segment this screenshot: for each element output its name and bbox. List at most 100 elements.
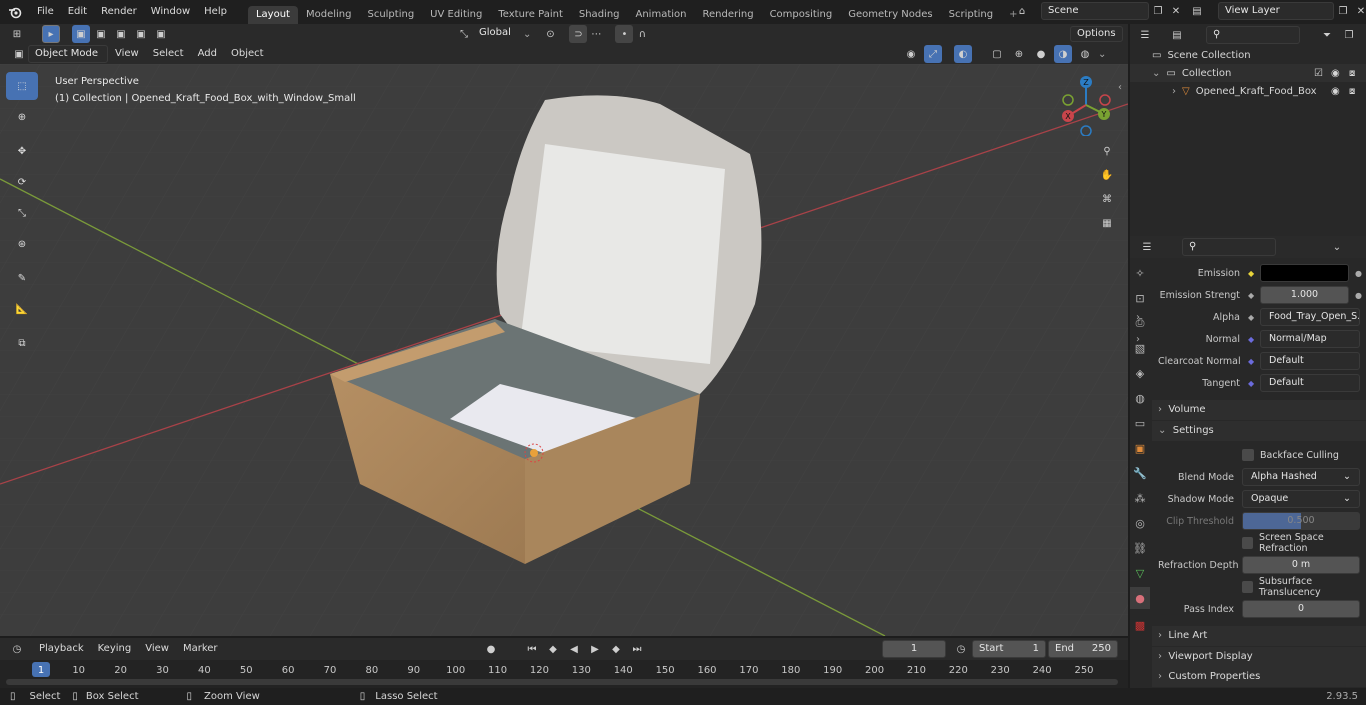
render-tab-icon[interactable]: ⊡: [1130, 287, 1150, 309]
menu-keying[interactable]: Keying: [91, 638, 139, 660]
tab-compositing[interactable]: Compositing: [762, 6, 841, 24]
outliner-row-collection[interactable]: ⌄ ▭ Collection ☑ ◉ ⧇: [1130, 64, 1366, 82]
cursor-tool-icon[interactable]: ⊕: [6, 103, 38, 131]
orientation-dropdown[interactable]: Global: [473, 25, 523, 43]
visibility-icon[interactable]: ◉: [902, 45, 920, 63]
select-new-icon[interactable]: ▣: [72, 25, 90, 43]
volume-panel-header[interactable]: › Volume: [1152, 400, 1366, 420]
wireframe-shading-icon[interactable]: ⊕: [1010, 45, 1028, 63]
move-tool-icon[interactable]: ✥: [6, 137, 38, 165]
collection-tab-icon[interactable]: ▭: [1130, 412, 1150, 434]
properties-options-icon[interactable]: ⌄: [1328, 238, 1346, 256]
select-invert-icon[interactable]: ▣: [132, 25, 150, 43]
use-preview-range-icon[interactable]: ◷: [952, 640, 970, 658]
falloff-icon[interactable]: ∩: [633, 25, 651, 43]
sidebar-toggle-icon[interactable]: ‹: [1118, 82, 1122, 93]
measure-tool-icon[interactable]: 📐: [6, 295, 38, 323]
object-camera-icon[interactable]: ⧇: [1349, 86, 1355, 97]
delete-view-layer-icon[interactable]: ✕: [1352, 2, 1366, 20]
blend-mode-dropdown[interactable]: Alpha Hashed ⌄: [1242, 468, 1360, 486]
menu-timeline-view[interactable]: View: [138, 638, 176, 660]
editor-type-icon[interactable]: ⊞: [8, 25, 26, 43]
tab-modeling[interactable]: Modeling: [298, 6, 360, 24]
normal-socket-icon[interactable]: ◆: [1248, 335, 1260, 344]
timeline-editor-type-icon[interactable]: ◷: [8, 640, 26, 658]
snap-icon[interactable]: ⊃: [569, 25, 588, 43]
overlay-toggle-icon[interactable]: ◐: [954, 45, 972, 63]
new-collection-icon[interactable]: ❐: [1340, 26, 1358, 44]
outliner-editor-type-icon[interactable]: ☰: [1136, 26, 1154, 44]
normal-map-field[interactable]: Normal/Map: [1260, 330, 1360, 348]
view-layer-field[interactable]: View Layer: [1218, 2, 1334, 20]
menu-object[interactable]: Object: [224, 44, 271, 64]
display-mode-icon[interactable]: ▤: [1168, 26, 1186, 44]
camera-icon[interactable]: ⧇: [1349, 68, 1355, 79]
settings-panel-header[interactable]: ⌄ Settings: [1152, 421, 1366, 441]
perspective-toggle-icon[interactable]: ▦: [1098, 214, 1116, 232]
shading-chevron-down-icon[interactable]: ⌄: [1098, 49, 1106, 60]
clearcoat-normal-field[interactable]: Default: [1260, 352, 1360, 370]
line-art-panel-header[interactable]: › Line Art: [1152, 626, 1366, 646]
exclude-checkbox[interactable]: ☑: [1314, 68, 1323, 79]
pass-index-field[interactable]: 0: [1242, 600, 1360, 618]
emission-strength-field[interactable]: 1.000: [1260, 286, 1350, 304]
backface-culling-row[interactable]: Backface Culling: [1242, 445, 1366, 465]
expand-arrow-icon[interactable]: ›: [1172, 86, 1176, 97]
proportional-edit-icon[interactable]: •: [615, 25, 634, 43]
select-subtract-icon[interactable]: ▣: [112, 25, 130, 43]
jump-start-icon[interactable]: ⏮: [523, 640, 541, 658]
tab-geometry-nodes[interactable]: Geometry Nodes: [840, 6, 940, 24]
texture-tab-icon[interactable]: ▩: [1130, 614, 1150, 636]
screen-space-refraction-row[interactable]: Screen Space Refraction: [1242, 532, 1366, 554]
start-frame-field[interactable]: Start 1: [972, 640, 1046, 658]
particles-tab-icon[interactable]: ⁂: [1130, 487, 1150, 509]
rotate-tool-icon[interactable]: ⟳: [6, 168, 38, 196]
menu-playback[interactable]: Playback: [32, 638, 91, 660]
custom-properties-panel-header[interactable]: › Custom Properties: [1152, 667, 1366, 687]
solid-shading-icon[interactable]: ●: [1032, 45, 1050, 63]
view-layer-tab-icon[interactable]: ▧: [1130, 337, 1150, 359]
select-intersect-icon[interactable]: ▣: [152, 25, 170, 43]
expand-chevron-icon[interactable]: ⌄: [1152, 68, 1160, 79]
pan-hand-icon[interactable]: ✋: [1098, 166, 1116, 184]
prev-keyframe-icon[interactable]: ◆: [544, 640, 562, 658]
emission-strength-keyframe-icon[interactable]: ●: [1355, 291, 1362, 300]
alpha-texture-field[interactable]: Food_Tray_Open_S...: [1260, 308, 1360, 326]
menu-add[interactable]: Add: [191, 44, 224, 64]
next-keyframe-icon[interactable]: ◆: [607, 640, 625, 658]
jump-end-icon[interactable]: ⏭: [628, 640, 646, 658]
menu-render[interactable]: Render: [94, 0, 144, 24]
clip-threshold-slider[interactable]: 0.500: [1242, 512, 1360, 530]
tool-tab-icon[interactable]: ✧: [1130, 262, 1150, 284]
new-scene-icon[interactable]: ❐: [1149, 2, 1167, 20]
view-layer-icon[interactable]: ▤: [1188, 2, 1206, 20]
emission-color-swatch[interactable]: [1260, 264, 1350, 282]
modifier-tab-icon[interactable]: 🔧: [1130, 462, 1150, 484]
filter-icon[interactable]: ⏷: [1318, 26, 1336, 44]
scene-tab-icon[interactable]: ◈: [1130, 362, 1150, 384]
new-view-layer-icon[interactable]: ❐: [1334, 2, 1352, 20]
pivot-point-icon[interactable]: ⊙: [541, 25, 559, 43]
menu-file[interactable]: File: [30, 0, 61, 24]
data-tab-icon[interactable]: ▽: [1130, 562, 1150, 584]
eye-icon[interactable]: ◉: [1331, 68, 1340, 79]
emission-keyframe-icon[interactable]: ●: [1355, 269, 1362, 278]
play-icon[interactable]: ▶: [586, 640, 604, 658]
subsurface-translucency-row[interactable]: Subsurface Translucency: [1242, 576, 1366, 598]
select-tool-icon[interactable]: ▸: [42, 25, 60, 43]
emission-socket-icon[interactable]: ◆: [1248, 269, 1260, 278]
viewport-display-panel-header[interactable]: › Viewport Display: [1152, 647, 1366, 667]
world-tab-icon[interactable]: ◍: [1130, 387, 1150, 409]
constraints-tab-icon[interactable]: ⛓: [1130, 537, 1150, 559]
clearcoat-socket-icon[interactable]: ◆: [1248, 357, 1260, 366]
scale-tool-icon[interactable]: ⤡: [6, 199, 38, 227]
tab-sculpting[interactable]: Sculpting: [359, 6, 422, 24]
output-tab-icon[interactable]: ⎙: [1130, 312, 1150, 334]
record-icon[interactable]: ●: [482, 640, 500, 658]
add-cube-tool-icon[interactable]: ⧉: [6, 329, 38, 357]
menu-help[interactable]: Help: [197, 0, 234, 24]
backface-culling-checkbox[interactable]: [1242, 449, 1254, 461]
tab-animation[interactable]: Animation: [628, 6, 695, 24]
xray-icon[interactable]: ▢: [988, 45, 1006, 63]
mode-dropdown[interactable]: Object Mode: [28, 45, 108, 63]
